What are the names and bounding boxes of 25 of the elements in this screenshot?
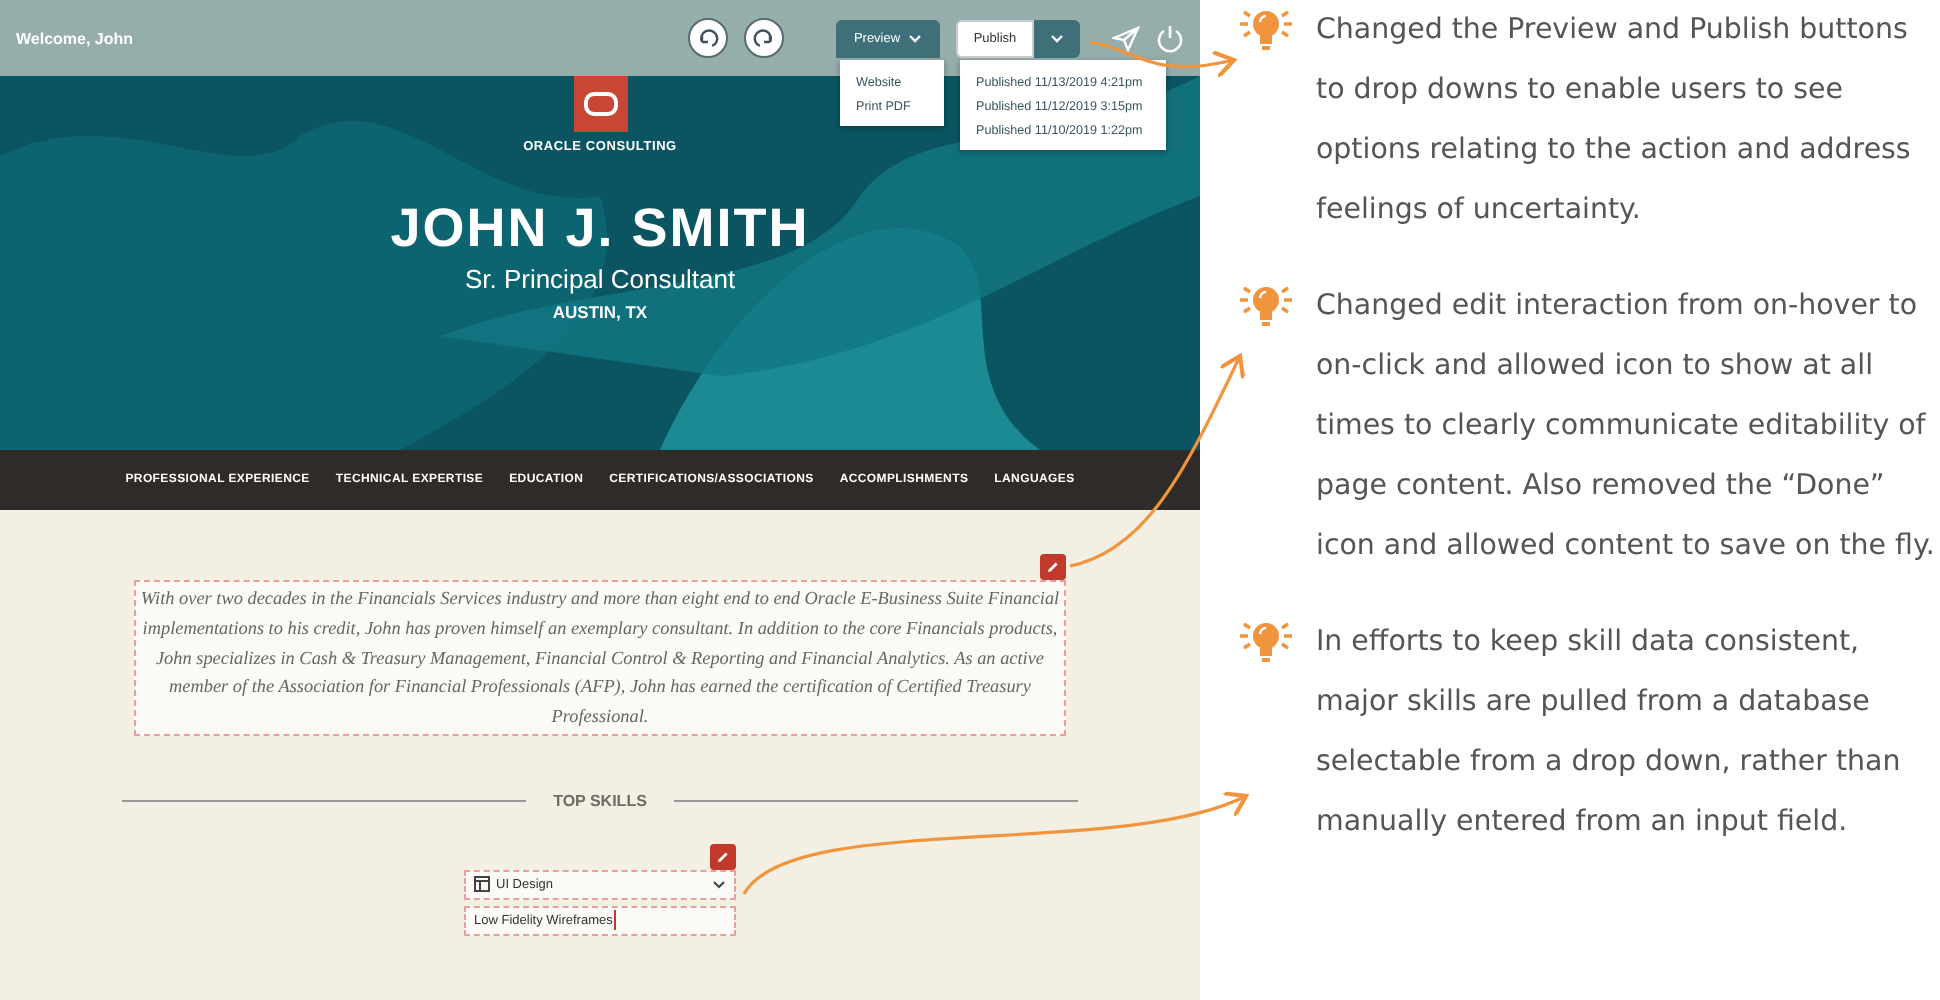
welcome-text: Welcome, John: [16, 29, 134, 47]
redo-icon: [752, 26, 776, 50]
chevron-down-icon: [908, 33, 923, 43]
chevron-down-icon: [1050, 33, 1064, 43]
lightbulb-icon: [1236, 282, 1296, 330]
lightbulb-icon: [1236, 6, 1296, 54]
chevron-down-icon: [712, 879, 726, 890]
annotation-text: Changed the Preview and Publish buttons to drop downs to enable users to see options relating to the action and address feelings of uncertainty.: [1316, 12, 1913, 230]
edit-button[interactable]: [1040, 554, 1066, 580]
redo-button[interactable]: [744, 18, 784, 58]
lightbulb-icon: [1236, 618, 1296, 666]
person-name: JOHN J. SMITH: [390, 198, 810, 260]
annotation-text: Changed edit interaction from on-hover to on-click and allowed icon to show at all times to clearly communicate editability of page content. Also removed the “Done” icon and allowed content to save on the fly.: [1316, 288, 1937, 566]
pencil-icon: [1046, 560, 1060, 574]
pencil-icon: [716, 849, 730, 864]
summary-text[interactable]: With over two decades in the Financials Services industry and more than eight end to end Oracle E-Business Suite Financial implementations to his credit, John has proven himself an exemplary consultant. In addition to the core Financials products, John specializes in Cash & Treasury Management, Financial Control & Reporting and Financial Analytics. As an active member of the Association for Financial Professionals (AFP), John has earned the certification of Certified Treasury Professional.: [134, 580, 1066, 736]
logo-icon: [573, 76, 627, 132]
annotation-text: In efforts to keep skill data consistent, major skills are pulled from a database selectable from a drop down, rather than manually entered from an input field.: [1316, 624, 1903, 842]
location-text: AUSTIN, TX: [552, 302, 648, 322]
edit-button[interactable]: [710, 843, 736, 870]
job-title: Sr. Principal Consultant: [464, 264, 736, 294]
layout-icon: [474, 876, 490, 893]
section-heading: TOP SKILLS: [553, 791, 647, 810]
undo-button[interactable]: [688, 18, 728, 58]
undo-icon: [696, 26, 720, 50]
